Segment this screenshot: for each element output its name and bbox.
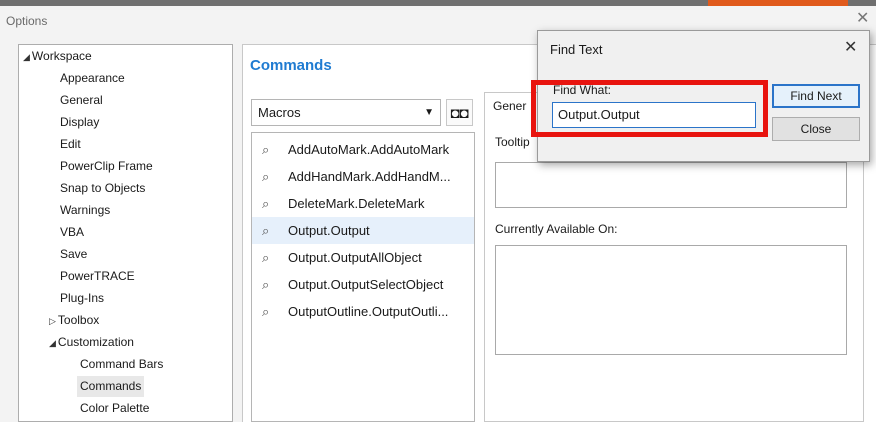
tree-item-save[interactable]: Save [60,244,87,265]
tree-item-workspace[interactable]: ◢ Workspace [23,46,92,67]
tree-item-warnings[interactable]: Warnings [60,200,110,221]
macro-icon: ⌕ [262,250,270,265]
expand-arrow-icon[interactable]: ▷ [49,316,56,326]
chevron-down-icon: ▼ [424,107,434,118]
window-title: Options [6,14,48,28]
macro-icon: ⌕ [262,223,270,238]
close-button[interactable]: Close [772,117,860,141]
macro-icon: ⌕ [262,142,270,157]
binoculars-icon[interactable]: ◘◘ [446,99,473,126]
close-icon[interactable]: ✕ [856,8,869,28]
tree-item-display[interactable]: Display [60,112,99,133]
list-item[interactable]: ⌕ Output.OutputAllObject [252,244,474,271]
expand-arrow-icon[interactable]: ◢ [23,52,30,62]
macro-icon: ⌕ [262,277,270,292]
page-title: Commands [250,57,332,74]
close-icon[interactable]: ✕ [844,37,857,57]
category-dropdown[interactable]: Macros ▼ [251,99,441,126]
tree-item-edit[interactable]: Edit [60,134,81,155]
collapse-arrow-icon[interactable]: ◢ [49,338,56,348]
highlight-box [531,80,768,137]
list-item[interactable]: ⌕ OutputOutline.OutputOutli... [252,298,474,325]
tooltip-field[interactable] [495,162,847,208]
available-on-list[interactable] [495,245,847,355]
find-next-button[interactable]: Find Next [772,84,860,108]
tree-item-vba[interactable]: VBA [60,222,84,243]
tree-item-general[interactable]: General [60,90,103,111]
title-bar-strip [0,0,876,6]
list-item-selected[interactable]: ⌕ Output.Output [252,217,474,244]
macro-icon: ⌕ [262,169,270,184]
commands-list[interactable]: ⌕ AddAutoMark.AddAutoMark ⌕ AddHandMark.Ad… [251,132,475,422]
tree-item-plug-ins[interactable]: Plug-Ins [60,288,104,309]
list-item[interactable]: ⌕ AddAutoMark.AddAutoMark [252,136,474,163]
tree-item-command-bars[interactable]: Command Bars [80,354,163,375]
tree-item-powerclip-frame[interactable]: PowerClip Frame [60,156,153,177]
tree-item-snap-to-objects[interactable]: Snap to Objects [60,178,145,199]
macro-icon: ⌕ [262,304,270,319]
find-dialog-title: Find Text [550,42,603,57]
tree-item-appearance[interactable]: Appearance [60,68,125,89]
macro-icon: ⌕ [262,196,270,211]
list-item[interactable]: ⌕ Output.OutputSelectObject [252,271,474,298]
tree-item-powertrace[interactable]: PowerTRACE [60,266,135,287]
list-item[interactable]: ⌕ AddHandMark.AddHandM... [252,163,474,190]
tree-item-toolbox[interactable]: ▷ Toolbox [49,310,99,331]
tooltip-label: Tooltip [495,135,530,149]
accent-strip [708,0,848,6]
tree-item-customization[interactable]: ◢ Customization [49,332,134,353]
available-on-label: Currently Available On: [495,222,618,236]
list-item[interactable]: ⌕ DeleteMark.DeleteMark [252,190,474,217]
tree-item-color-palette[interactable]: Color Palette [80,398,149,419]
tree-item-commands[interactable]: Commands [77,376,145,397]
options-tree[interactable]: ◢ Workspace Appearance General Display Ed… [18,44,233,422]
